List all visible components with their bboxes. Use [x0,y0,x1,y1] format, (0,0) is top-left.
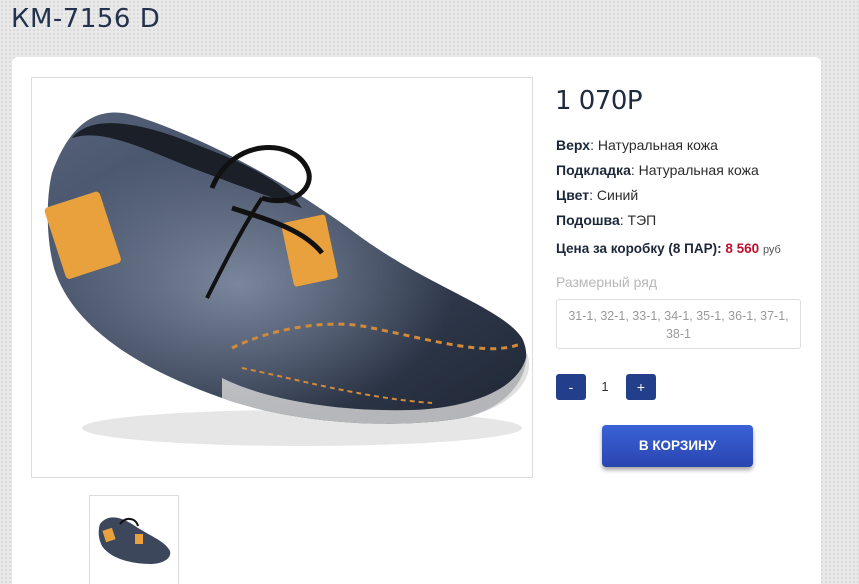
spec-lining-label: Подкладка [556,162,631,178]
box-price-value: 8 560 [725,241,760,256]
shoe-thumbnail-image [98,517,171,564]
spec-lining: Подкладка: Натуральная кожа [556,162,759,178]
size-range-box: 31-1, 32-1, 33-1, 34-1, 35-1, 36-1, 37-1… [556,299,801,349]
spec-sole: Подошва: ТЭП [556,212,656,228]
spec-color-value: : Синий [589,187,639,203]
spec-upper-value: : Натуральная кожа [590,137,718,153]
product-thumbnail[interactable] [89,495,179,584]
spec-sole-label: Подошва [556,212,620,228]
spec-sole-value: : ТЭП [619,212,657,228]
box-price-currency: руб [762,244,781,256]
size-range-label: Размерный ряд [556,274,658,290]
product-title: КМ-7156 D [11,4,161,34]
box-price: Цена за коробку (8 ПАР): 8 560 руб [556,241,781,256]
box-price-label: Цена за коробку (8 ПАР): [556,241,726,256]
spec-upper-label: Верх [556,137,591,153]
quantity-minus-button[interactable]: - [556,374,586,400]
spec-color-label: Цвет [556,187,590,203]
product-main-image[interactable] [31,77,533,478]
quantity-input[interactable]: 1 [590,374,620,400]
quantity-plus-button[interactable]: + [626,374,656,400]
add-to-cart-button[interactable]: В КОРЗИНУ [602,425,753,467]
product-price: 1 070Р [555,86,643,116]
shoe-image [44,112,530,446]
spec-upper: Верх: Натуральная кожа [556,137,718,153]
spec-color: Цвет: Синий [556,187,638,203]
spec-lining-value: : Натуральная кожа [630,162,759,178]
